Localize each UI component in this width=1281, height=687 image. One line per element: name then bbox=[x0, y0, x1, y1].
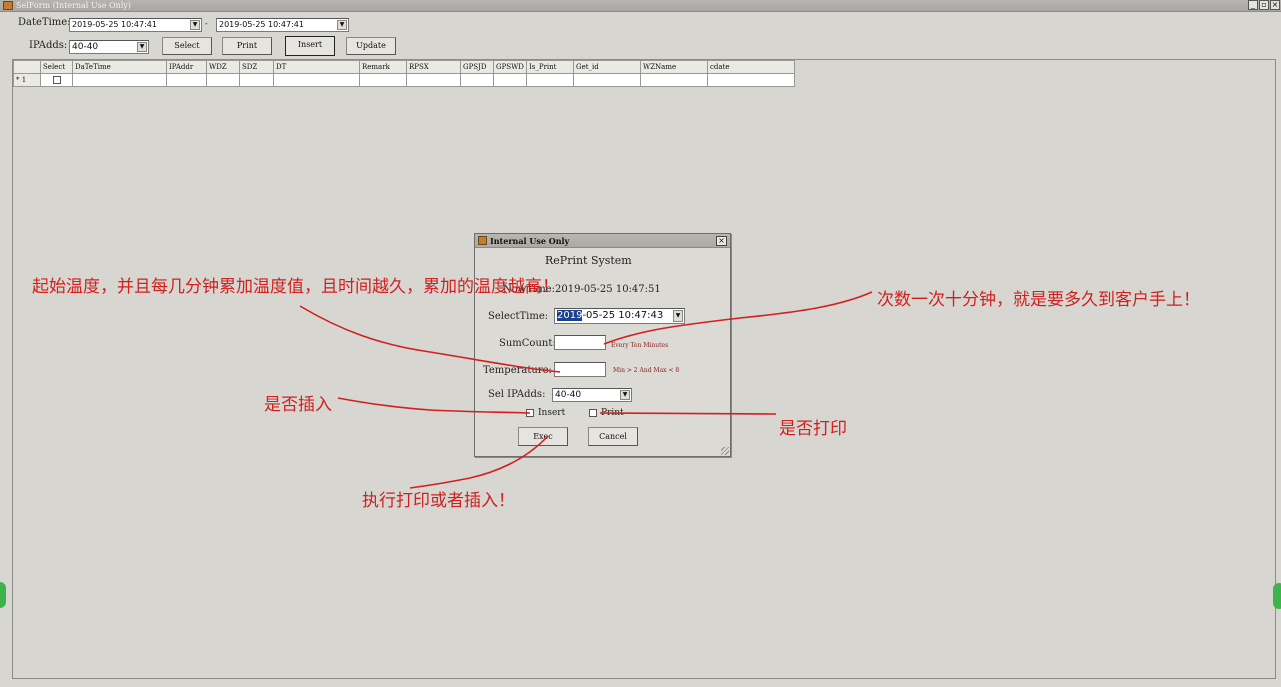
count-note-stroke bbox=[603, 291, 873, 345]
annotation-strokes bbox=[299, 291, 873, 489]
print-note: 是否打印 bbox=[779, 419, 847, 439]
count-note: 次数一次十分钟，就是要多久到客户手上！ bbox=[877, 290, 1200, 310]
exec-note: 执行打印或者插入！ bbox=[362, 491, 515, 511]
temperature-note-stroke bbox=[299, 305, 561, 373]
temperature-note: 起始温度，并且每几分钟累加温度值，且时间越久，累加的温度越高！ bbox=[32, 277, 559, 297]
insert-note: 是否插入 bbox=[264, 395, 332, 415]
print-note-stroke bbox=[599, 412, 777, 415]
exec-note-stroke bbox=[409, 435, 549, 489]
insert-note-stroke bbox=[337, 397, 531, 414]
